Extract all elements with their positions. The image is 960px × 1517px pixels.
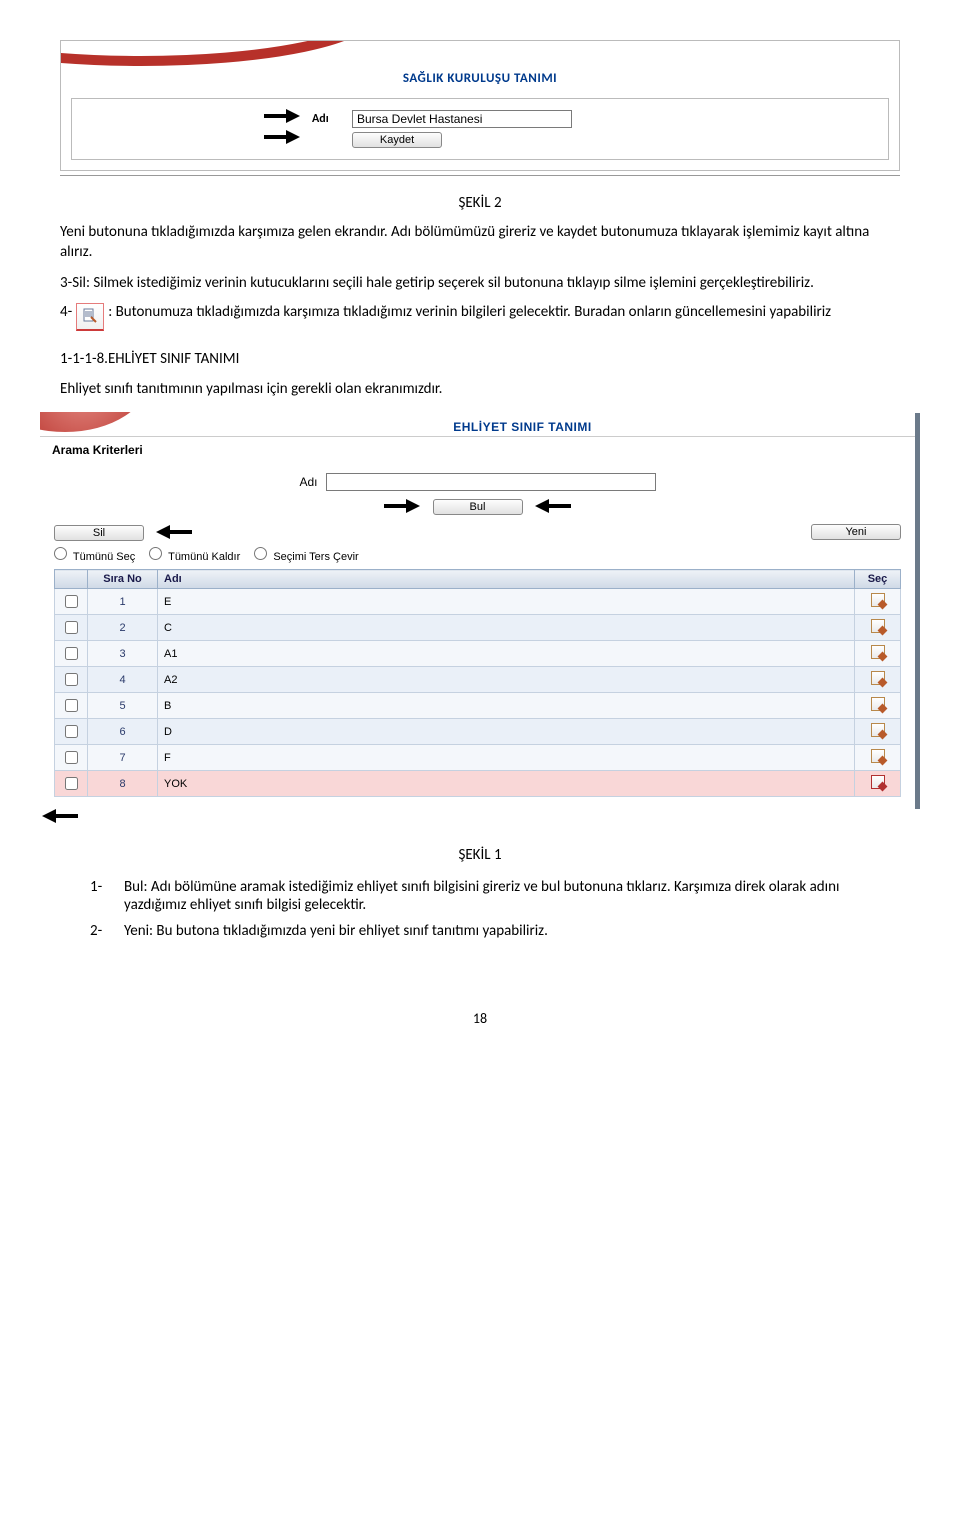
th-checkbox: [55, 570, 88, 589]
section-intro: Ehliyet sınıfı tanıtımının yapılması içi…: [60, 379, 900, 399]
paragraph-sil: 3-Sil: Silmek istediğimiz verinin kutucu…: [60, 273, 900, 293]
th-sira-no: Sıra No: [88, 570, 158, 589]
radio-ters-cevir[interactable]: Seçimi Ters Çevir: [254, 547, 358, 563]
edit-document-icon: [76, 303, 104, 331]
cell-sira-no: 8: [88, 771, 158, 797]
radio-tumunu-kaldir[interactable]: Tümünü Kaldır: [149, 547, 240, 563]
list-item-text: Yeni: Bu butona tıkladığımızda yeni bir …: [124, 922, 548, 940]
row-checkbox[interactable]: [65, 647, 78, 660]
arrow-left-icon: [154, 525, 192, 539]
cell-adi: E: [158, 589, 855, 615]
arrow-left-icon: [40, 809, 78, 823]
cell-adi: C: [158, 615, 855, 641]
adi-input[interactable]: [352, 110, 572, 128]
row-checkbox[interactable]: [65, 751, 78, 764]
table-row: 3A1: [55, 641, 901, 667]
divider: [60, 175, 900, 176]
edit-icon[interactable]: [871, 671, 885, 685]
bul-button[interactable]: Bul: [433, 499, 523, 515]
label-adi-2: Adı: [299, 475, 317, 489]
row-checkbox[interactable]: [65, 725, 78, 738]
panel-title-2: EHLİYET SINIF TANIMI: [190, 420, 855, 436]
edit-icon[interactable]: [871, 619, 885, 633]
table-row: 1E: [55, 589, 901, 615]
label-adi: Adı: [312, 112, 352, 126]
page-number: 18: [60, 1010, 900, 1027]
sil-button[interactable]: Sil: [54, 525, 144, 541]
cell-sira-no: 7: [88, 745, 158, 771]
radio-tumunu-sec[interactable]: Tümünü Seç: [54, 547, 135, 563]
numbered-list: 1- Bul: Adı bölümüne aramak istediğimiz …: [90, 878, 900, 940]
table-row: 6D: [55, 719, 901, 745]
table-row: 5B: [55, 693, 901, 719]
edit-icon[interactable]: [871, 749, 885, 763]
paragraph-yeni: Yeni butonuna tıkladığımızda karşımıza g…: [60, 222, 900, 263]
row-checkbox[interactable]: [65, 777, 78, 790]
paragraph-4: 4- : Butonumuza tıkladığımızda karşımıza…: [60, 303, 900, 331]
th-sec: Seç: [855, 570, 901, 589]
search-adi-input[interactable]: [326, 473, 656, 491]
figure-1-label: ŞEKİL 1: [60, 846, 900, 864]
cell-sira-no: 3: [88, 641, 158, 667]
selection-radios: Tümünü Seç Tümünü Kaldır Seçimi Ters Çev…: [40, 545, 915, 569]
edit-icon[interactable]: [871, 645, 885, 659]
decorative-red-arc: [61, 41, 899, 69]
cell-sira-no: 2: [88, 615, 158, 641]
cell-adi: B: [158, 693, 855, 719]
edit-icon[interactable]: [871, 593, 885, 607]
screenshot-ehliyet-sinif: EHLİYET SINIF TANIMI Arama Kriterleri Ad…: [40, 413, 920, 809]
cell-adi: D: [158, 719, 855, 745]
ehliyet-table: Sıra No Adı Seç 1E2C3A14A25B6D7F8YOK: [54, 569, 901, 797]
para4-text: : Butonumuza tıkladığımızda karşımıza tı…: [108, 303, 831, 321]
panel-title: SAĞLIK KURULUŞU TANIMI: [61, 69, 899, 98]
arrow-left-icon: [533, 499, 571, 513]
cell-sira-no: 1: [88, 589, 158, 615]
figure-2-label: ŞEKİL 2: [60, 194, 900, 212]
row-checkbox[interactable]: [65, 699, 78, 712]
edit-icon[interactable]: [871, 775, 885, 789]
cell-adi: YOK: [158, 771, 855, 797]
cell-adi: F: [158, 745, 855, 771]
table-row: 4A2: [55, 667, 901, 693]
th-adi: Adı: [158, 570, 855, 589]
arama-kriterleri-label: Arama Kriterleri: [40, 437, 915, 463]
edit-icon[interactable]: [871, 723, 885, 737]
cell-sira-no: 4: [88, 667, 158, 693]
list-item-text: Bul: Adı bölümüne aramak istediğimiz ehl…: [124, 878, 900, 914]
section-heading: 1-1-1-8.EHLİYET SINIF TANIMI: [60, 349, 900, 369]
cell-sira-no: 6: [88, 719, 158, 745]
kaydet-button[interactable]: Kaydet: [352, 132, 442, 148]
decorative-red-blob: [40, 412, 190, 436]
row-checkbox[interactable]: [65, 673, 78, 686]
table-row: 7F: [55, 745, 901, 771]
cell-sira-no: 5: [88, 693, 158, 719]
cell-adi: A1: [158, 641, 855, 667]
table-row: 8YOK: [55, 771, 901, 797]
arrow-right-icon: [264, 130, 302, 144]
edit-icon[interactable]: [871, 697, 885, 711]
list-item: 1- Bul: Adı bölümüne aramak istediğimiz …: [90, 878, 900, 914]
row-checkbox[interactable]: [65, 621, 78, 634]
arrow-right-icon: [264, 109, 302, 123]
form-box: Adı Kaydet: [71, 98, 889, 160]
screenshot-saglik-kurulusu: SAĞLIK KURULUŞU TANIMI Adı Kaydet: [60, 40, 900, 171]
cell-adi: A2: [158, 667, 855, 693]
list-item: 2- Yeni: Bu butona tıkladığımızda yeni b…: [90, 922, 900, 940]
row-checkbox[interactable]: [65, 595, 78, 608]
para4-prefix: 4-: [60, 303, 72, 321]
table-row: 2C: [55, 615, 901, 641]
arrow-right-icon: [384, 499, 422, 513]
yeni-button[interactable]: Yeni: [811, 524, 901, 540]
